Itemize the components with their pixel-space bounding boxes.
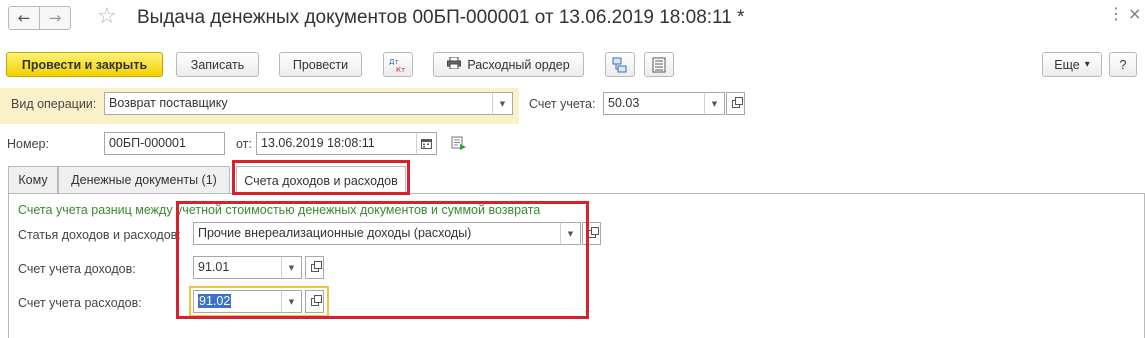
income-account-open-button[interactable] [305, 256, 324, 279]
post-button[interactable]: Провести [279, 52, 362, 77]
operation-select[interactable]: Возврат поставщику [104, 92, 494, 115]
income-expense-item-label: Статья доходов и расходов: [18, 228, 181, 242]
account-dropdown-button[interactable]: ▼ [704, 92, 725, 115]
open-icon [310, 260, 322, 272]
arrow-right-icon: → [48, 9, 62, 27]
account-input[interactable]: 50.03 [603, 92, 706, 115]
income-expense-item-select[interactable]: Прочие внереализационные доходы (расходы… [193, 222, 562, 245]
chevron-down-icon: ▼ [288, 263, 295, 272]
panel-caption: Счета учета разниц между учетной стоимос… [18, 203, 541, 217]
list-icon [652, 57, 666, 72]
tab-monetary-documents[interactable]: Денежные документы (1) [58, 166, 230, 193]
number-input[interactable]: 00БП-000001 [104, 132, 225, 155]
save-button[interactable]: Записать [176, 52, 259, 77]
report-button[interactable] [644, 52, 674, 77]
income-account-dropdown-button[interactable]: ▼ [281, 256, 302, 279]
calendar-icon [421, 139, 432, 149]
chevron-down-icon: ▾ [1084, 59, 1090, 70]
date-input[interactable]: 13.06.2019 18:08:11 [256, 132, 418, 155]
account-open-button[interactable] [726, 92, 745, 115]
chevron-down-icon: ▼ [567, 229, 574, 238]
star-icon[interactable]: ☆ [97, 5, 117, 29]
tab-recipient[interactable]: Кому [8, 166, 58, 193]
more-label: Еще [1054, 57, 1080, 72]
structure-button[interactable] [605, 52, 635, 77]
open-icon [310, 294, 322, 306]
calendar-button[interactable] [416, 132, 437, 155]
income-account-label: Счет учета доходов: [18, 262, 136, 276]
back-button[interactable]: ← [8, 6, 40, 30]
chevron-down-icon: ▼ [288, 297, 295, 306]
income-expense-item-open-button[interactable] [582, 222, 601, 245]
forward-button[interactable]: → [39, 6, 71, 30]
page-title: Выдача денежных документов 00БП-000001 о… [137, 7, 745, 28]
income-expense-item-dropdown-button[interactable]: ▼ [560, 222, 581, 245]
svg-text:Кт: Кт [396, 66, 405, 73]
more-actions-icon[interactable]: ⋮ [1108, 4, 1124, 23]
expense-account-open-button[interactable] [305, 290, 324, 313]
dt-kt-button[interactable]: Дт Кт [383, 52, 413, 77]
operation-label: Вид операции: [11, 97, 97, 111]
expense-account-dropdown-button[interactable]: ▼ [281, 290, 302, 313]
cash-order-label: Расходный ордер [467, 57, 570, 72]
printer-icon [447, 56, 462, 72]
more-button[interactable]: Еще ▾ [1042, 52, 1102, 77]
expense-account-input[interactable]: 91.02 [193, 290, 283, 313]
help-button[interactable]: ? [1109, 52, 1137, 77]
income-account-input[interactable]: 91.01 [193, 256, 283, 279]
open-icon [731, 96, 743, 108]
chevron-down-icon: ▼ [499, 99, 506, 108]
document-structure-icon [612, 57, 627, 72]
number-label: Номер: [7, 137, 49, 151]
dt-kt-icon: Дт Кт [389, 58, 405, 73]
date-label: от: [236, 137, 252, 151]
expense-account-label: Счет учета расходов: [18, 296, 142, 310]
operation-dropdown-button[interactable]: ▼ [492, 92, 513, 115]
expense-account-value: 91.02 [198, 294, 232, 308]
svg-text:Дт: Дт [389, 58, 399, 66]
open-icon [587, 226, 599, 238]
post-and-close-button[interactable]: Провести и закрыть [6, 52, 163, 77]
account-label: Счет учета: [529, 97, 596, 111]
history-button[interactable] [451, 136, 467, 153]
chevron-down-icon: ▼ [711, 99, 718, 108]
tab-income-expense-accounts[interactable]: Счета доходов и расходов [236, 166, 406, 194]
document-history-icon [451, 136, 466, 150]
cash-order-button[interactable]: Расходный ордер [433, 52, 584, 77]
arrow-left-icon: ← [17, 9, 31, 27]
close-icon[interactable]: × [1128, 4, 1141, 23]
